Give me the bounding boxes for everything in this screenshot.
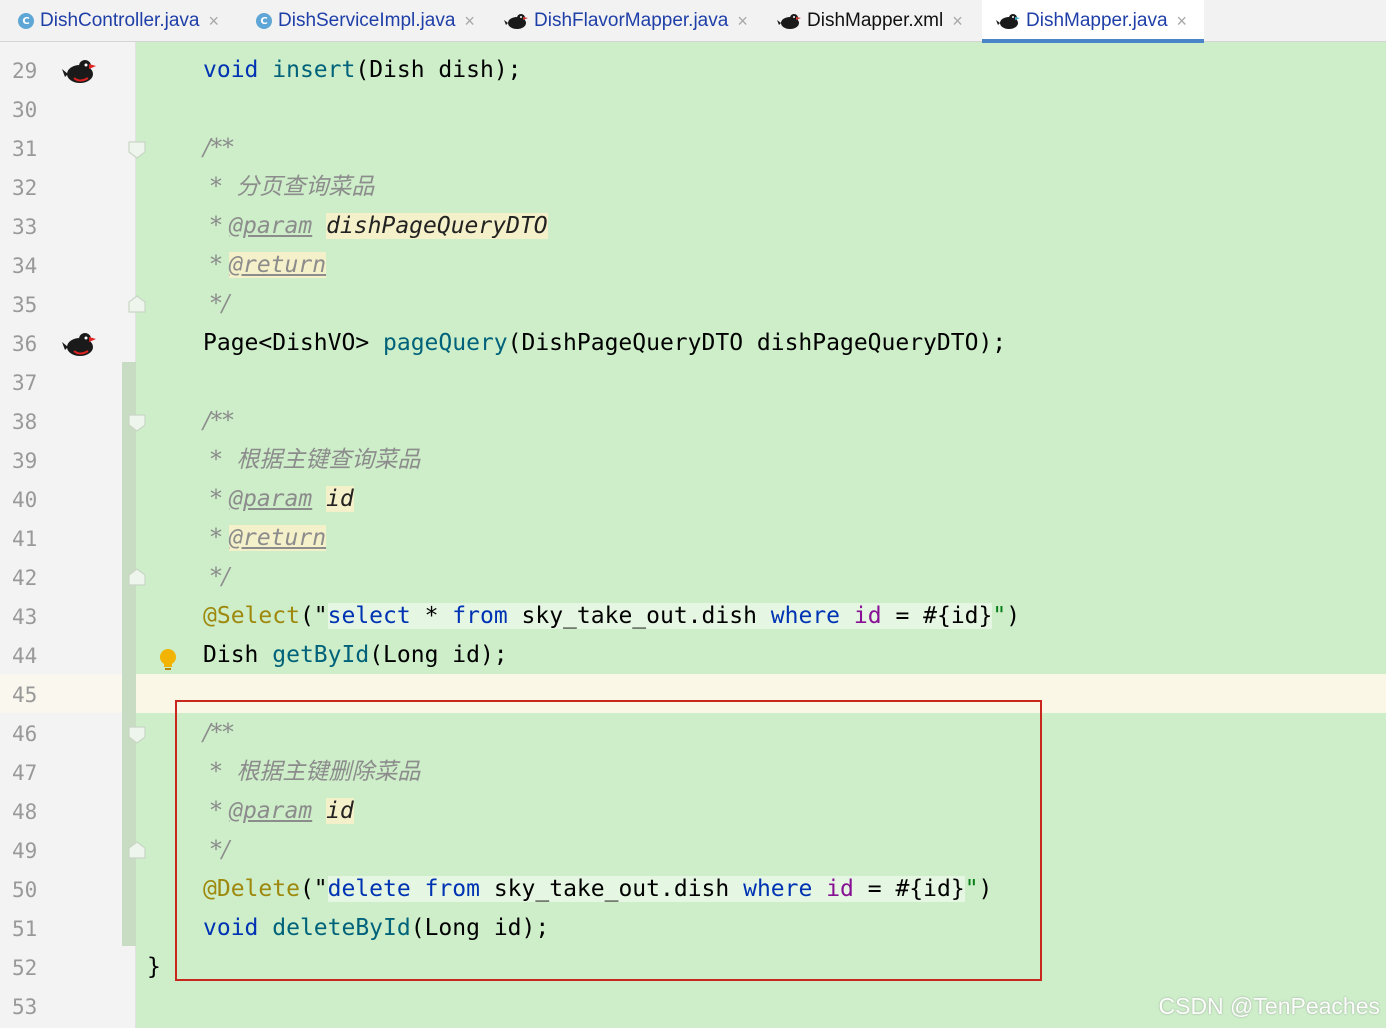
mybatis-navigate-icon[interactable] <box>62 329 96 363</box>
mybatis-bird-icon <box>777 11 801 31</box>
line-number: 48 <box>12 800 38 824</box>
fold-end-icon[interactable] <box>128 841 146 863</box>
line-number: 45 <box>12 683 38 707</box>
code-line-38: /** <box>203 408 234 434</box>
code-line-40: * @param id <box>203 486 354 512</box>
close-icon[interactable]: × <box>737 11 748 32</box>
code-line-39: * 根据主键查询菜品 <box>203 447 421 473</box>
mybatis-navigate-icon[interactable] <box>62 56 96 90</box>
code-line-34: * @return <box>203 252 327 278</box>
line-number: 29 <box>12 59 38 83</box>
code-line-31: /** <box>203 135 234 161</box>
code-line-29: void insert(Dish dish); <box>203 57 522 83</box>
line-number: 41 <box>12 527 38 551</box>
line-number: 34 <box>12 254 38 278</box>
tab-dish-service-impl[interactable]: C DishServiceImpl.java × <box>256 0 475 42</box>
code-line-41: * @return <box>203 525 327 551</box>
line-number: 47 <box>12 761 38 785</box>
line-number: 35 <box>12 293 38 317</box>
fold-start-icon[interactable] <box>128 141 146 163</box>
code-line-33: * @param dishPageQueryDTO <box>203 213 548 239</box>
close-icon[interactable]: × <box>1177 11 1188 32</box>
editor-tab-bar: C DishController.java × C DishServiceImp… <box>0 0 1386 43</box>
line-number: 52 <box>12 956 38 980</box>
line-number: 38 <box>12 410 38 434</box>
code-line-52: } <box>147 954 161 980</box>
tab-dish-mapper-java[interactable]: DishMapper.java × <box>982 0 1204 43</box>
line-number: 40 <box>12 488 38 512</box>
lightbulb-icon[interactable] <box>159 648 177 676</box>
line-number: 42 <box>12 566 38 590</box>
line-number: 33 <box>12 215 38 239</box>
line-number: 44 <box>12 644 38 668</box>
tab-dish-flavor-mapper[interactable]: DishFlavorMapper.java × <box>504 0 748 42</box>
code-line-35: */ <box>203 291 230 317</box>
line-number: 32 <box>12 176 38 200</box>
fold-end-icon[interactable] <box>128 568 146 590</box>
line-number: 50 <box>12 878 38 902</box>
line-number: 31 <box>12 137 38 161</box>
line-number: 46 <box>12 722 38 746</box>
mybatis-bird-icon <box>504 11 528 31</box>
fold-end-icon[interactable] <box>128 295 146 317</box>
code-line-36: Page<DishVO> pageQuery(DishPageQueryDTO … <box>203 330 1007 356</box>
line-number: 49 <box>12 839 38 863</box>
highlight-box <box>175 700 1042 981</box>
code-line-43: @Select("select * from sky_take_out.dish… <box>203 603 1021 629</box>
close-icon[interactable]: × <box>464 11 475 32</box>
line-number: 51 <box>12 917 38 941</box>
class-c-icon: C <box>18 13 34 29</box>
line-number: 37 <box>12 371 38 395</box>
code-line-42: */ <box>203 564 230 590</box>
close-icon[interactable]: × <box>208 11 219 32</box>
line-number: 30 <box>12 98 38 122</box>
fold-start-icon[interactable] <box>128 726 146 748</box>
line-number: 43 <box>12 605 38 629</box>
line-number: 36 <box>12 332 38 356</box>
mybatis-bird-icon <box>996 11 1020 31</box>
line-number: 39 <box>12 449 38 473</box>
line-number: 53 <box>12 995 38 1019</box>
code-line-32: * 分页查询菜品 <box>203 174 375 200</box>
fold-start-icon[interactable] <box>128 414 146 436</box>
watermark: CSDN @TenPeaches <box>1158 993 1381 1019</box>
tab-dish-mapper-xml[interactable]: DishMapper.xml × <box>777 0 963 42</box>
class-c-icon: C <box>256 13 272 29</box>
close-icon[interactable]: × <box>952 11 963 32</box>
tab-dish-controller[interactable]: C DishController.java × <box>18 0 219 42</box>
code-line-44: Dish getById(Long id); <box>203 642 508 668</box>
